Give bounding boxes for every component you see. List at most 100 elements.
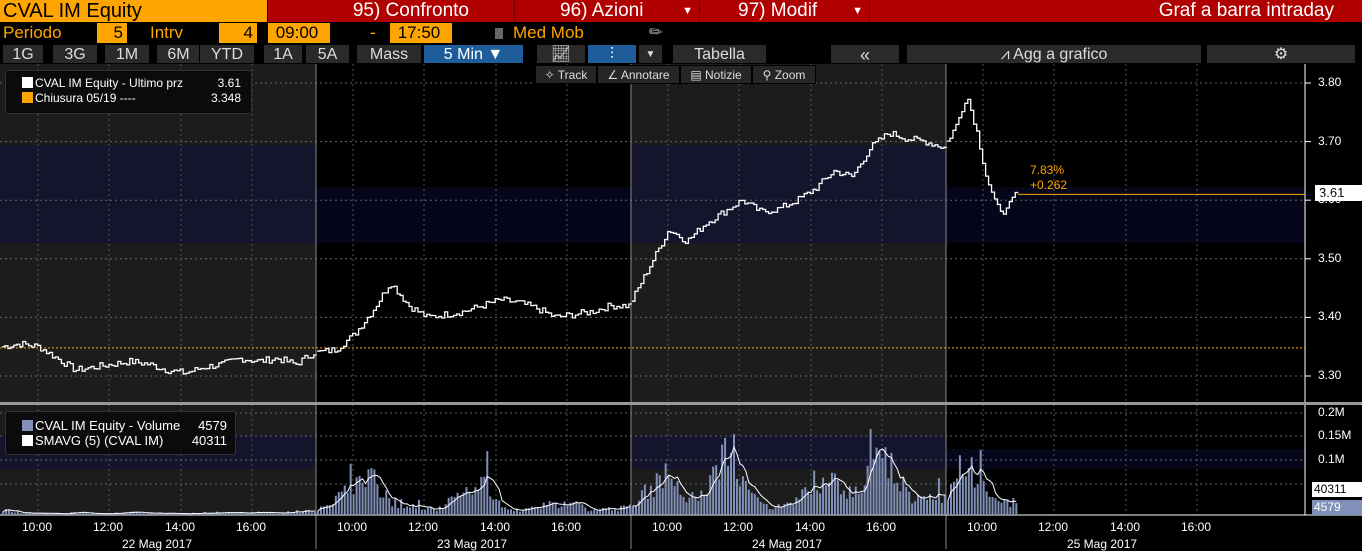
add-to-chart-button[interactable]: ⩘ Agg a grafico [906,44,1202,64]
annotate-label: Annotare [620,68,670,82]
range-button-5a[interactable]: 5A [305,44,350,64]
volume-bar [4,509,7,515]
price-axis-tick: 3.40 [1318,309,1342,324]
volume-bar [905,486,908,515]
track-tool[interactable]: ✧ Track [535,65,597,84]
volume-bar [254,512,257,515]
volume-bar [682,496,685,515]
volume-bar [91,513,94,515]
interval-dropdown[interactable]: 5 Min ▼ [423,44,524,64]
volume-bar [679,494,682,515]
volume-bar [712,466,715,515]
volume-bar [822,477,825,515]
volume-bar [49,513,52,515]
volume-bar [251,511,254,515]
range-button-6m[interactable]: 6M [156,44,201,64]
volume-bar [429,507,432,515]
modify-menu[interactable]: 97) Modif ▼ [700,0,870,22]
volume-bar [388,498,391,515]
volume-bar [587,511,590,515]
volume-bar [727,465,730,515]
range-button-3g[interactable]: 3G [52,44,98,64]
volume-bar [884,447,887,515]
volume-bar [738,486,741,515]
volume-bar [1003,499,1006,515]
params-bar: Periodo 5 Intrv 4 09:00 - 17:50 Med Mob … [0,22,700,44]
line-chart-icon[interactable]: 📈︎ [536,44,586,64]
pencil-icon[interactable]: ✎ [644,20,668,45]
volume-bar [456,492,459,515]
start-time-input[interactable]: 09:00 [268,23,330,43]
annotate-tool[interactable]: ∠ Annotare [597,65,680,84]
compare-button[interactable]: 95) Confronto [268,0,515,22]
table-button[interactable]: Tabella [672,44,767,64]
security-ticker[interactable]: CVAL IM Equity [0,0,268,22]
change-absolute: +0.262 [1030,178,1068,192]
volume-bar [504,507,507,515]
moving-average-checkbox[interactable] [495,28,503,39]
volume-bar [964,476,967,515]
volume-bar [958,455,961,515]
volume-band [946,449,1305,469]
volume-bar [872,458,875,515]
stocks-menu[interactable]: 96) Azioni ▼ [515,0,700,22]
news-tool[interactable]: ▤ Notizie [680,65,752,84]
volume-bar [212,513,215,515]
volume-bar [979,450,982,515]
volume-bar [135,512,138,515]
zoom-tool[interactable]: ⚲ Zoom [752,65,816,84]
legend-value: 4579 [198,418,227,433]
volume-bar [28,512,31,515]
volume-bar [557,507,560,515]
volume-bar [61,514,64,515]
volume-bar [637,500,640,515]
volume-bar [391,506,394,515]
volume-bar [400,499,403,515]
volume-bar [967,468,970,515]
track-label: Track [557,68,588,82]
collapse-button[interactable]: « [830,44,900,65]
volume-bar [165,513,168,515]
magnifier-icon: ⚲ [762,68,775,82]
period-input[interactable]: 5 [97,23,127,43]
bar-chart-type-icon[interactable]: ⫶ [587,44,637,64]
volume-bar [825,485,828,515]
modify-label: 97) Modif [738,0,818,21]
volume-bar [376,484,379,515]
volume-bar [328,505,331,515]
range-button-mass[interactable]: Mass [356,44,422,64]
volume-bar [628,504,631,515]
volume-bar [317,510,319,515]
chevron-down-icon[interactable]: ▼ [638,44,663,64]
volume-bar [976,484,979,515]
volume-bar [688,497,691,515]
volume-bar [575,501,578,515]
settings-gear-icon[interactable]: ⚙ [1206,44,1356,64]
volume-bar [468,492,471,515]
end-time-input[interactable]: 17:50 [390,23,452,43]
range-button-1g[interactable]: 1G [2,44,44,64]
range-button-1m[interactable]: 1M [104,44,150,64]
volume-bar [697,500,700,515]
volume-bar [200,513,203,515]
range-button-ytd[interactable]: YTD [199,44,255,64]
volume-bar [640,490,643,515]
volume-bar [70,512,73,515]
volume-bar [287,511,290,515]
volume-axis-tick: 0.15M [1318,428,1352,442]
volume-bar [908,491,911,515]
volume-bar [281,512,284,515]
volume-bar [266,512,269,515]
volume-bar [132,511,135,515]
price-volume-chart[interactable] [0,64,1362,549]
price-line [317,285,632,354]
volume-bar [462,492,465,515]
range-button-1a[interactable]: 1A [263,44,303,64]
volume-bar [741,476,744,515]
header-bar: CVAL IM Equity 95) Confronto 96) Azioni ▼… [0,0,1362,22]
volume-bar [1015,503,1018,515]
legend-swatch-blue [22,420,33,431]
interval-input[interactable]: 4 [219,23,257,43]
volume-bar [19,513,22,515]
volume-bar [397,507,400,515]
